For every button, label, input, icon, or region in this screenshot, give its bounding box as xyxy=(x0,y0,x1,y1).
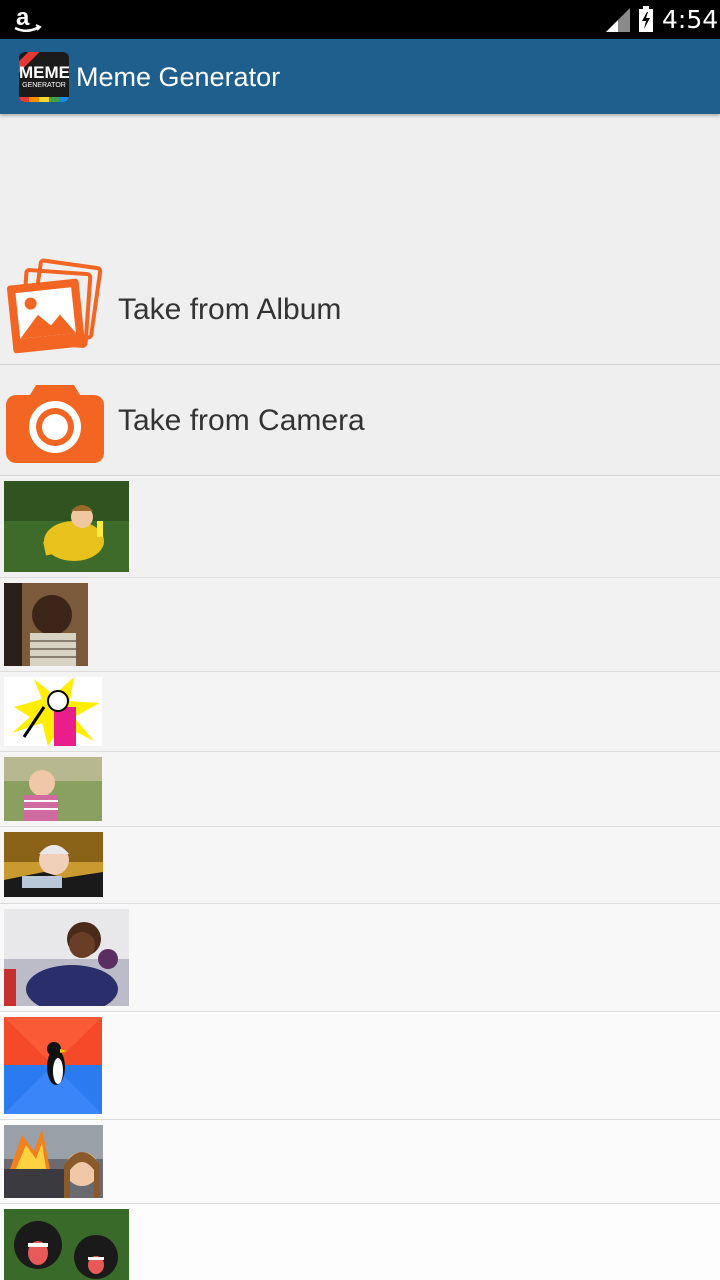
camera-icon xyxy=(6,385,104,463)
signal-icon xyxy=(606,8,630,32)
meme-thumbnail xyxy=(4,1125,103,1198)
logo-subtext: GENERATOR xyxy=(22,82,66,89)
meme-thumbnail xyxy=(4,909,129,1006)
meme-list-item[interactable] xyxy=(0,752,720,827)
meme-thumbnail xyxy=(4,1017,102,1114)
battery-charging-icon xyxy=(639,6,653,32)
status-bar: a 4:54 xyxy=(0,0,720,39)
meme-thumbnail xyxy=(4,1209,129,1280)
take-from-album-button[interactable]: Take from Album xyxy=(0,254,720,365)
take-from-camera-button[interactable]: Take from Camera xyxy=(0,365,720,476)
meme-list-item[interactable] xyxy=(0,1012,720,1120)
meme-thumbnail xyxy=(4,481,129,572)
logo-text: MEME xyxy=(19,63,69,82)
app-bar: MEME GENERATOR Meme Generator xyxy=(0,39,720,114)
meme-list-item[interactable] xyxy=(0,1204,720,1280)
take-from-camera-label: Take from Camera xyxy=(118,404,365,437)
meme-list-item[interactable] xyxy=(0,476,720,578)
meme-thumbnail xyxy=(4,832,103,897)
take-from-album-label: Take from Album xyxy=(118,293,342,326)
meme-list-item[interactable] xyxy=(0,578,720,672)
amazon-icon: a xyxy=(14,5,42,32)
svg-text:a: a xyxy=(16,5,30,31)
status-time: 4:54 xyxy=(662,5,719,34)
app-title: Meme Generator xyxy=(76,62,281,92)
meme-thumbnail xyxy=(4,583,88,666)
meme-list-item[interactable] xyxy=(0,672,720,752)
app-logo: MEME GENERATOR xyxy=(19,52,69,102)
meme-list-item[interactable] xyxy=(0,904,720,1012)
meme-list-item[interactable] xyxy=(0,1120,720,1204)
logo-stripe xyxy=(19,97,69,102)
meme-thumbnail xyxy=(4,757,102,821)
album-photos-icon xyxy=(6,258,102,354)
meme-thumbnail xyxy=(4,677,102,746)
meme-list-item[interactable] xyxy=(0,827,720,904)
